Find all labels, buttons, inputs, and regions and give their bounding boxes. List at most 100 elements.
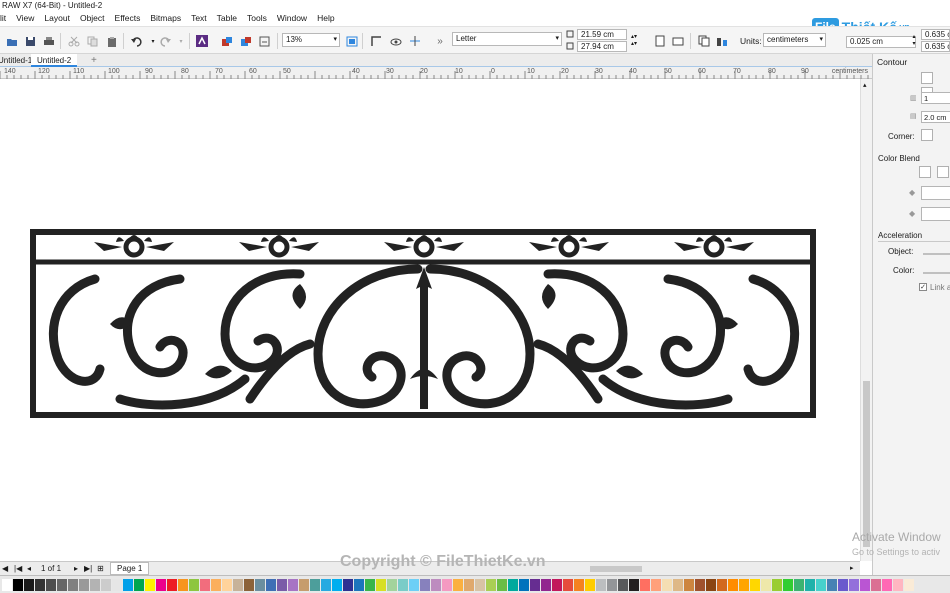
clockwise-blend-icon[interactable] (937, 166, 949, 178)
add-page-icon[interactable]: ⊞ (97, 564, 104, 573)
snap-to-icon[interactable] (368, 33, 384, 49)
color-swatch[interactable] (750, 578, 760, 591)
color-swatch[interactable] (134, 578, 144, 591)
color-swatch[interactable] (464, 578, 474, 591)
paste-icon[interactable] (104, 33, 120, 49)
color-swatch[interactable] (189, 578, 199, 591)
color-swatch[interactable] (563, 578, 573, 591)
color-swatch[interactable] (651, 578, 661, 591)
color-swatch[interactable] (497, 578, 507, 591)
redo-dropdown-icon[interactable]: ▾ (173, 33, 189, 49)
color-swatch[interactable] (123, 578, 133, 591)
color-swatch[interactable] (46, 578, 56, 591)
color-swatch[interactable] (739, 578, 749, 591)
duplicate-y-input[interactable]: 0.635 cm (921, 41, 950, 52)
color-swatch[interactable] (827, 578, 837, 591)
color-swatch[interactable] (35, 578, 45, 591)
tab-untitled-2[interactable]: Untitled-2 (31, 54, 78, 67)
color-swatch[interactable] (772, 578, 782, 591)
print-icon[interactable] (41, 33, 57, 49)
landscape-icon[interactable] (670, 33, 686, 49)
color-swatch[interactable] (24, 578, 34, 591)
color-swatch[interactable] (277, 578, 287, 591)
color-swatch[interactable] (618, 578, 628, 591)
units-select[interactable]: centimeters ▾ (763, 33, 826, 47)
page-height-input[interactable]: 27.94 cm (577, 41, 627, 52)
color-swatch[interactable] (684, 578, 694, 591)
color-swatch[interactable] (541, 578, 551, 591)
color-swatch[interactable] (486, 578, 496, 591)
corel-connect-icon[interactable] (194, 33, 210, 49)
color-swatch[interactable] (695, 578, 705, 591)
save-icon[interactable] (22, 33, 38, 49)
color-swatch[interactable] (343, 578, 353, 591)
open-icon[interactable] (4, 33, 20, 49)
publish-pdf-icon[interactable] (257, 33, 273, 49)
color-swatch[interactable] (178, 578, 188, 591)
color-swatch[interactable] (475, 578, 485, 591)
ornamental-railing-drawing[interactable] (0, 79, 860, 561)
menu-object[interactable]: Object (75, 11, 110, 26)
color-swatch[interactable] (640, 578, 650, 591)
menu-tools[interactable]: Tools (242, 11, 272, 26)
color-swatch[interactable] (112, 578, 122, 591)
color-swatch[interactable] (244, 578, 254, 591)
color-swatch[interactable] (57, 578, 67, 591)
color-swatch[interactable] (706, 578, 716, 591)
menu-effects[interactable]: Effects (110, 11, 146, 26)
menu-view[interactable]: View (11, 11, 39, 26)
color-swatch[interactable] (662, 578, 672, 591)
page-size-spinner[interactable]: ▴▾ ▴▾ (627, 29, 641, 51)
color-swatch[interactable] (838, 578, 848, 591)
view-options-icon[interactable] (388, 33, 404, 49)
menu-window[interactable]: Window (272, 11, 312, 26)
previous-page-button[interactable]: ◂ (27, 564, 31, 573)
color-swatch[interactable] (728, 578, 738, 591)
color-swatch[interactable] (233, 578, 243, 591)
color-swatch[interactable] (145, 578, 155, 591)
color-swatch[interactable] (101, 578, 111, 591)
import-icon[interactable] (219, 33, 235, 49)
fill-color-picker[interactable] (921, 207, 950, 221)
outline-color-picker[interactable] (921, 186, 950, 200)
color-swatch[interactable] (904, 578, 914, 591)
color-swatch[interactable] (211, 578, 221, 591)
color-swatch[interactable] (882, 578, 892, 591)
color-swatch[interactable] (508, 578, 518, 591)
color-swatch[interactable] (805, 578, 815, 591)
export-icon[interactable] (238, 33, 254, 49)
nudge-spinner[interactable]: ▴ ▾ (908, 29, 920, 51)
color-swatch[interactable] (794, 578, 804, 591)
color-swatch[interactable] (629, 578, 639, 591)
corner-miter-icon[interactable] (921, 129, 933, 141)
page-width-input[interactable]: 21.59 cm (577, 29, 627, 40)
color-swatch[interactable] (13, 578, 23, 591)
color-swatch[interactable] (893, 578, 903, 591)
color-swatch[interactable] (585, 578, 595, 591)
scroll-right-icon[interactable]: ▸ (850, 564, 854, 572)
color-swatch[interactable] (717, 578, 727, 591)
color-swatch[interactable] (453, 578, 463, 591)
all-pages-icon[interactable] (696, 33, 712, 49)
color-swatch[interactable] (673, 578, 683, 591)
horizontal-scroll-thumb[interactable] (590, 566, 642, 572)
first-page-button[interactable]: |◀ (14, 564, 22, 573)
menu-help[interactable]: Help (312, 11, 339, 26)
undo-icon[interactable] (129, 33, 145, 49)
color-swatch[interactable] (530, 578, 540, 591)
paper-size-select[interactable]: Letter ▾ (452, 32, 562, 46)
color-swatch[interactable] (332, 578, 342, 591)
color-swatch[interactable] (431, 578, 441, 591)
color-swatch[interactable] (871, 578, 881, 591)
full-screen-icon[interactable] (344, 33, 360, 49)
color-swatch[interactable] (387, 578, 397, 591)
linear-blend-icon[interactable] (919, 166, 931, 178)
color-swatch[interactable] (79, 578, 89, 591)
color-swatch[interactable] (607, 578, 617, 591)
color-swatch[interactable] (783, 578, 793, 591)
color-swatch[interactable] (442, 578, 452, 591)
color-swatch[interactable] (860, 578, 870, 591)
color-swatch[interactable] (816, 578, 826, 591)
to-center-icon[interactable] (921, 72, 933, 84)
color-swatch[interactable] (552, 578, 562, 591)
